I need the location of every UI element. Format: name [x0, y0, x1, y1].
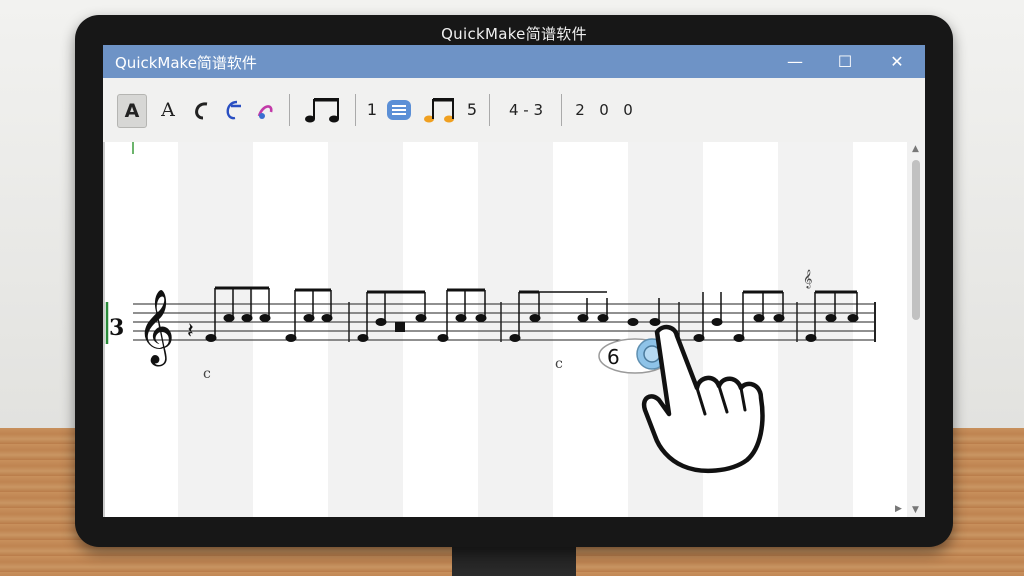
toolbar-separator	[489, 94, 490, 126]
list-button[interactable]	[383, 94, 415, 126]
digit-1-button[interactable]: 1	[365, 94, 379, 126]
ornament-button[interactable]	[219, 94, 247, 126]
scrollbar-thumb[interactable]	[912, 160, 920, 320]
digit-5-button[interactable]: 5	[465, 94, 479, 126]
slur-icon	[195, 102, 208, 120]
toolbar-separator	[289, 94, 290, 126]
scroll-down-icon[interactable]: ▼	[912, 505, 919, 515]
color-note-icon	[257, 105, 273, 119]
score-canvas[interactable]: 𝄞 𝄽 3 c c 𝄞 6	[103, 142, 925, 517]
bold-font-button[interactable]: A	[117, 94, 147, 128]
rest-symbol: 𝄽	[187, 319, 194, 344]
window-title: QuickMake简谱软件	[115, 54, 257, 72]
toolbar-separator	[355, 94, 356, 126]
scroll-right-icon[interactable]: ▶	[895, 504, 902, 514]
font-button[interactable]: A	[155, 94, 181, 126]
eighth-notes-button[interactable]	[301, 94, 345, 126]
color-note-button[interactable]	[251, 94, 279, 126]
scroll-up-icon[interactable]: ▲	[912, 144, 919, 154]
app-window: QuickMake简谱软件 — ☐ ✕ A A 1 5 4 - 3 2 0 0 …	[103, 45, 925, 517]
digit-0-button[interactable]: 0	[597, 94, 611, 126]
os-title: QuickMake简谱软件	[441, 25, 587, 43]
digit-2-button[interactable]: 2	[573, 94, 587, 126]
orange-notes-icon	[424, 98, 454, 123]
close-button[interactable]: ✕	[875, 48, 919, 76]
key-label: 3	[109, 315, 124, 341]
minimize-button[interactable]: —	[773, 48, 817, 76]
pointer-hand-icon	[641, 324, 765, 473]
note-color-button[interactable]	[421, 94, 457, 126]
treble-clef: 𝄞	[137, 290, 175, 367]
small-mark: c	[203, 366, 211, 382]
monitor: QuickMake简谱软件 QuickMake简谱软件 — ☐ ✕ A A 1 …	[75, 15, 953, 547]
maximize-button[interactable]: ☐	[823, 48, 867, 76]
time-signature-button[interactable]: 4 - 3	[501, 94, 551, 126]
toolbar: A A 1 5 4 - 3 2 0 0	[103, 78, 925, 143]
eighth-notes-icon	[305, 98, 339, 123]
small-mark-2: c	[555, 356, 563, 372]
vertical-scrollbar[interactable]: ▲ ▼	[907, 142, 925, 517]
digit-0-button-2[interactable]: 0	[621, 94, 635, 126]
slur-button[interactable]	[187, 94, 215, 126]
list-icon	[387, 100, 411, 120]
grace-clef-mark: 𝄞	[803, 269, 812, 289]
music-score: 𝄞 𝄽 3 c c 𝄞 6	[103, 142, 876, 517]
title-bar: QuickMake简谱软件 — ☐ ✕	[103, 45, 925, 78]
toolbar-separator	[561, 94, 562, 126]
ornament-icon	[226, 100, 241, 120]
